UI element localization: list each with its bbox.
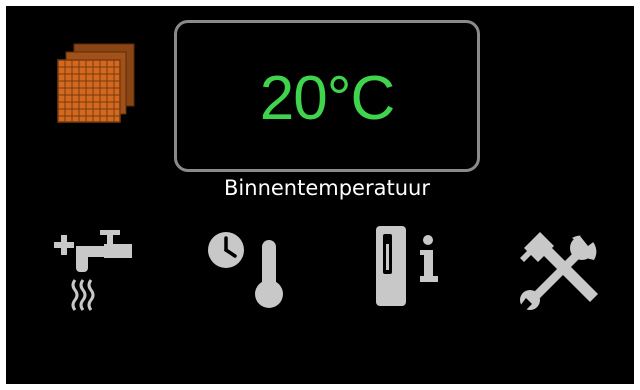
temperature-value: 20°C (259, 63, 396, 133)
device-info-icon[interactable] (374, 224, 444, 314)
wrench-hammer-icon[interactable] (518, 228, 602, 312)
thermostat-screen: 20°C Binnentemperatuur (6, 6, 634, 384)
hot-water-tap-icon[interactable] (54, 228, 134, 312)
temperature-label: Binnentemperatuur (224, 176, 430, 200)
clock-thermometer-icon[interactable] (206, 228, 290, 312)
temperature-display[interactable]: 20°C (174, 20, 480, 172)
grid-panel-icon[interactable] (56, 42, 136, 124)
